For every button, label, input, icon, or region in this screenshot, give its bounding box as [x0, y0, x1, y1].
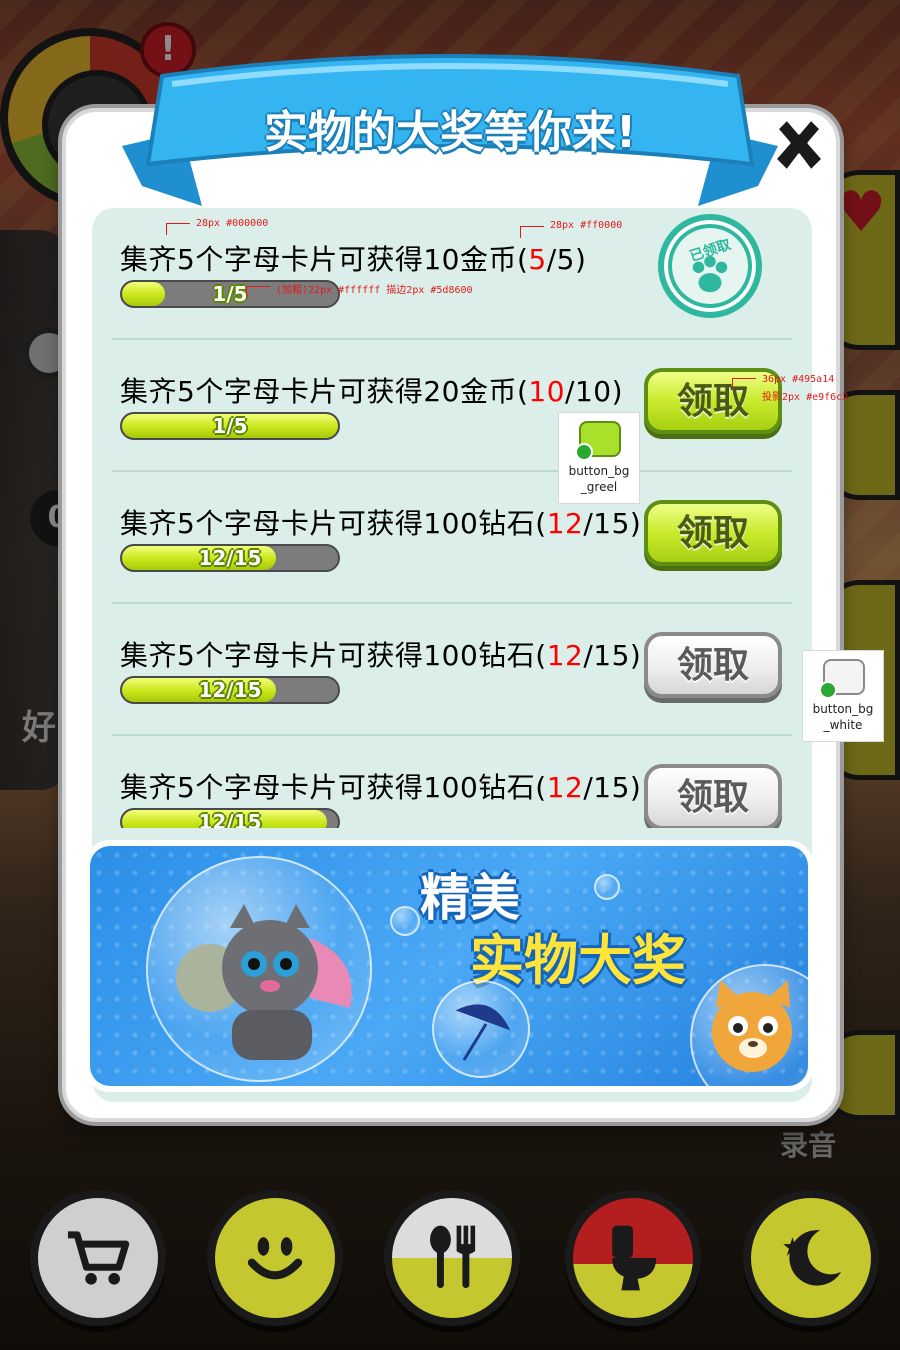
task-row: 集齐5个字母卡片可获得100钻石(12/15) 12/15 领取 [112, 472, 792, 604]
check-icon [819, 681, 837, 699]
cat-plush-illustration [176, 904, 352, 1060]
progress-text: 12/15 [198, 546, 262, 570]
task-progress-bar: 12/15 [120, 808, 340, 828]
mood-button[interactable] [207, 1190, 343, 1326]
toilet-button[interactable] [565, 1190, 701, 1326]
asset-label-line1: button_bg [568, 464, 630, 478]
task-progress-bar: 1/5 [120, 412, 340, 440]
umbrella-illustration [455, 1004, 511, 1061]
task-total-count: /15) [583, 507, 642, 540]
promo-banner-image: 精美 实物大奖 [90, 846, 808, 1086]
task-title-text: 集齐5个字母卡片可获得100钻石( [120, 507, 547, 540]
task-title: 集齐5个字母卡片可获得20金币(10/10) [120, 370, 623, 410]
promo-banner[interactable]: 精美 实物大奖 [84, 840, 814, 1092]
banner-subtitle: 实物大奖 [470, 929, 686, 992]
moon-stars-icon [783, 1230, 842, 1286]
modal-title: 实物的大奖等你来! [263, 107, 637, 158]
annotation-button-shadow-spec: 投影2px #e9f6c2 [762, 392, 849, 403]
annotation-arrow [246, 286, 270, 298]
asset-label-line2: _white [823, 718, 863, 732]
claim-button[interactable]: 领取 [644, 500, 782, 566]
annotation-title-spec: 28px #000000 [196, 218, 269, 229]
asset-label-line2: _greel [580, 480, 618, 494]
asset-button-green: button_bg _greel [558, 412, 640, 504]
claim-button[interactable]: 领取 [644, 764, 782, 828]
task-row: 集齐5个字母卡片可获得100钻石(12/15) 12/15 领取 [112, 736, 792, 828]
title-ribbon: 实物的大奖等你来! [122, 36, 778, 212]
task-progress-bar: 12/15 [120, 544, 340, 572]
task-current-count: 10 [528, 375, 566, 408]
shopping-cart-icon [67, 1231, 130, 1285]
task-title-text: 集齐5个字母卡片可获得100钻石( [120, 771, 547, 804]
annotation-count-spec: 28px #ff0000 [550, 220, 623, 231]
task-progress-bar: 12/15 [120, 676, 340, 704]
close-button[interactable] [766, 114, 832, 180]
progress-text: 12/15 [198, 678, 262, 702]
task-title: 集齐5个字母卡片可获得100钻石(12/15) [120, 634, 641, 674]
task-title: 集齐5个字母卡片可获得100钻石(12/15) [120, 766, 641, 806]
progress-text: 12/15 [198, 810, 262, 828]
asset-button-white: button_bg _white [802, 650, 884, 742]
task-title: 集齐5个字母卡片可获得10金币(5/5) [120, 238, 586, 278]
feed-button[interactable] [384, 1190, 520, 1326]
task-current-count: 5 [528, 243, 547, 276]
task-list[interactable]: 集齐5个字母卡片可获得10金币(5/5) 1/5 已领取 集齐5个字母卡片可获得… [92, 208, 812, 828]
task-total-count: /10) [565, 375, 624, 408]
task-title-text: 集齐5个字母卡片可获得20金币( [120, 375, 529, 408]
shop-button[interactable] [30, 1190, 166, 1326]
annotation-arrow [520, 226, 544, 238]
annotation-button-spec: 36px #495a14 [762, 374, 835, 385]
task-title: 集齐5个字母卡片可获得100钻石(12/15) [120, 502, 641, 542]
progress-text: 1/5 [212, 414, 248, 438]
task-title-text: 集齐5个字母卡片可获得100钻石( [120, 639, 547, 672]
task-total-count: /15) [583, 639, 642, 672]
task-row: 集齐5个字母卡片可获得100钻石(12/15) 12/15 领取 [112, 604, 792, 736]
task-current-count: 12 [546, 639, 584, 672]
annotation-progress-spec: (加粗)22px #ffffff 描边2px #5d8600 [276, 285, 473, 296]
close-x-icon [773, 117, 825, 173]
annotation-arrow [732, 378, 756, 390]
asset-label: button_bg _greel [559, 463, 639, 495]
bottom-action-bar [0, 1180, 900, 1350]
task-current-count: 12 [546, 771, 584, 804]
task-row: 集齐5个字母卡片可获得20金币(10/10) 1/5 领取 [112, 340, 792, 472]
asset-label-line1: button_bg [812, 702, 874, 716]
task-total-count: /15) [583, 771, 642, 804]
smile-face-icon [247, 1237, 303, 1280]
orange-cat-illustration [712, 980, 792, 1072]
small-bubble [594, 874, 620, 900]
claim-button[interactable]: 领取 [644, 632, 782, 698]
task-title-text: 集齐5个字母卡片可获得10金币( [120, 243, 529, 276]
spoon-fork-icon [430, 1225, 476, 1289]
small-bubble [390, 906, 420, 936]
task-total-count: /5) [546, 243, 587, 276]
annotation-arrow [166, 223, 190, 235]
asset-label: button_bg _white [803, 701, 883, 733]
task-current-count: 12 [546, 507, 584, 540]
check-icon [575, 443, 593, 461]
claimed-stamp-icon: 已领取 [658, 214, 762, 318]
sleep-button[interactable] [743, 1190, 879, 1326]
toilet-icon [612, 1225, 657, 1291]
